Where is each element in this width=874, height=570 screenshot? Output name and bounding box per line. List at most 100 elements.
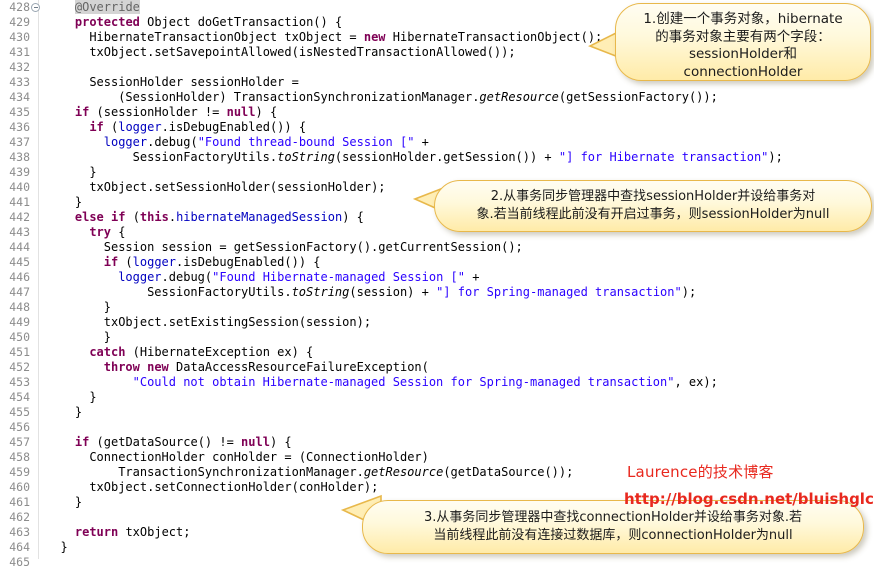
code-token: (session) + [349,285,437,299]
code-text: } [46,540,68,555]
code-token: catch [89,345,126,359]
code-token: ) { [255,105,278,119]
code-token: HibernateTransactionObject txObject = [89,30,364,44]
code-token: throw [103,360,140,374]
code-token: } [60,540,68,554]
code-text: logger.debug("Found Hibernate-managed Se… [46,270,479,285]
code-line[interactable]: 452 throw new DataAccessResourceFailureEx… [0,360,874,375]
line-number: 432 [9,60,30,74]
code-token: (getDataSource() != [89,435,242,449]
code-token: return [74,525,119,539]
code-token: @Override [74,0,140,14]
code-token: if [103,255,119,269]
code-line[interactable]: 451 catch (HibernateException ex) { [0,345,874,360]
code-line[interactable]: 456 [0,420,874,435]
line-number: 452 [9,360,30,374]
code-token: try [89,225,111,239]
line-number: 455 [9,405,30,419]
line-number: 464 [9,540,30,554]
code-text: @Override [46,0,140,15]
code-token: new [363,30,386,44]
code-token: ( [125,210,140,224]
code-token: getResource [363,465,444,479]
line-number: 445 [9,255,30,269]
code-line[interactable]: 444 Session session = getSessionFactory()… [0,240,874,255]
code-text: SessionFactoryUtils.toString(session) + … [46,285,696,300]
code-token: ) { [342,210,364,224]
code-token: } [74,405,83,419]
line-number: 429 [9,15,30,29]
line-number: 462 [9,510,30,524]
code-line[interactable]: 437 logger.debug("Found thread-bound Sess… [0,135,874,150]
code-token: "] for Spring-managed transaction" [436,285,682,299]
code-line[interactable]: 445 if (logger.isDebugEnabled()) { [0,255,874,270]
line-number: 440 [9,180,30,194]
code-text: txObject.setExistingSession(session); [46,315,371,330]
code-token: if [74,105,90,119]
code-text: logger.debug("Found thread-bound Session… [46,135,429,150]
line-number: 460 [9,480,30,494]
code-line[interactable]: 448} [0,300,874,315]
line-number: 461 [9,495,30,509]
code-line[interactable]: 439} [0,165,874,180]
line-number: 438 [9,150,30,164]
code-line[interactable]: 434 (SessionHolder) TransactionSynchroniz… [0,90,874,105]
code-line[interactable]: 438 SessionFactoryUtils.toString(sessionH… [0,150,874,165]
code-text: txObject.setSavepointAllowed(isNestedTra… [46,45,515,60]
code-text: } [46,300,111,315]
code-token: toString [277,150,335,164]
code-lines-container[interactable]: 428 @Override 429 protected Object doGetTra… [0,0,874,570]
code-token: } [89,165,97,179]
code-text: if (logger.isDebugEnabled()) { [46,120,306,135]
code-text: catch (HibernateException ex) { [46,345,313,360]
code-token: (getSessionFactory()); [558,90,718,104]
code-text: return txObject; [46,525,191,540]
code-line[interactable]: 447 SessionFactoryUtils.toString(session)… [0,285,874,300]
line-number: 434 [9,90,30,104]
code-token: { [111,225,126,239]
line-number: 433 [9,75,30,89]
code-text: if (sessionHolder != null) { [46,105,277,120]
code-token: ( [118,255,133,269]
code-line[interactable]: 453 "Could not obtain Hibernate-managed S… [0,375,874,390]
code-line[interactable]: 450} [0,330,874,345]
code-token: protected [74,15,140,29]
code-token: SessionFactoryUtils. [132,150,278,164]
line-number: 454 [9,390,30,404]
code-token: if [89,120,104,134]
line-number: 450 [9,330,30,344]
code-line[interactable]: 446 logger.debug("Found Hibernate-managed… [0,270,874,285]
code-token: logger [103,135,148,149]
line-number: 446 [9,270,30,284]
code-token: null [226,105,256,119]
code-token: null [241,435,270,449]
code-token: } [89,390,97,404]
code-text: HibernateTransactionObject txObject = ne… [46,30,602,45]
code-token: .isDebugEnabled()) { [161,120,307,134]
code-token: } [103,330,111,344]
code-token: .debug( [161,270,213,284]
code-line[interactable]: 465 [0,555,874,570]
code-fold-toggle-icon[interactable] [31,3,40,12]
code-token: getResource [479,90,559,104]
callout-3-text: 3.从事务同步管理器中查找connectionHolder并设给事务对象.若 当… [423,510,803,543]
callout-1: 1.创建一个事务对象，hibernate 的事务对象主要有两个字段： sessi… [615,3,871,81]
code-text: "Could not obtain Hibernate-managed Sess… [46,375,718,390]
code-token: . [168,210,177,224]
code-line[interactable]: 454} [0,390,874,405]
code-token: Session session = getSessionFactory().ge… [103,240,523,254]
code-line[interactable]: 457 if (getDataSource() != null) { [0,435,874,450]
code-line[interactable]: 449 txObject.setExistingSession(session); [0,315,874,330]
line-number: 441 [9,195,30,209]
code-line[interactable]: 455} [0,405,874,420]
code-line[interactable]: 436 if (logger.isDebugEnabled()) { [0,120,874,135]
code-line[interactable]: 435 if (sessionHolder != null) { [0,105,874,120]
code-text: } [46,165,97,180]
code-text: try { [46,225,125,240]
code-token: (HibernateException ex) { [125,345,314,359]
code-token: (sessionHolder != [89,105,227,119]
code-token: txObject.setExistingSession(session); [103,315,372,329]
code-token: SessionFactoryUtils. [147,285,292,299]
code-text: } [46,195,82,210]
line-number: 451 [9,345,30,359]
